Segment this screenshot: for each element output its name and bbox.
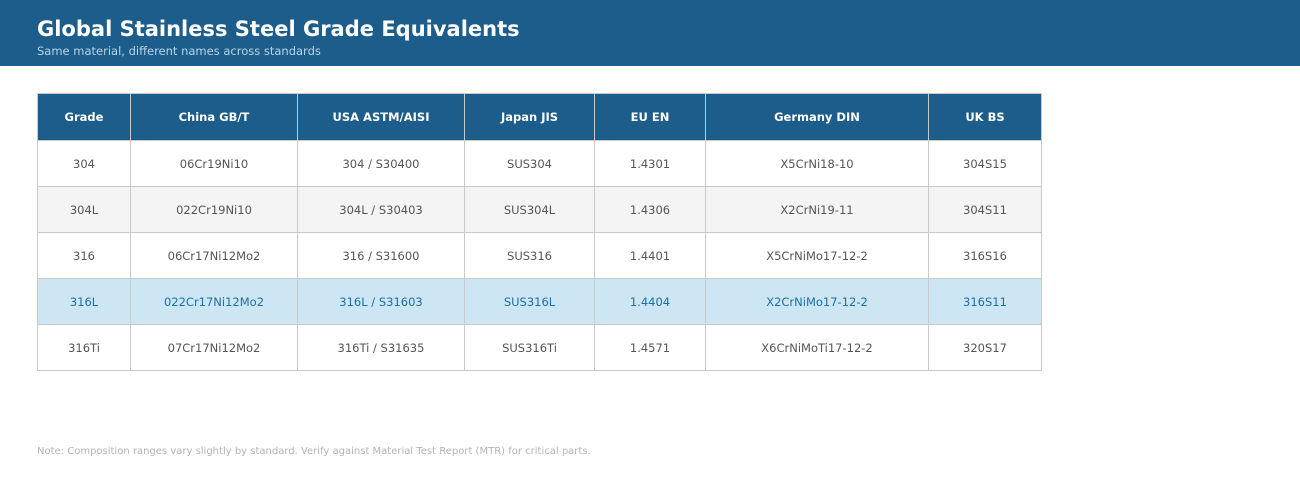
table-cell: X5CrNi18-10	[705, 140, 929, 187]
table-row-highlighted: 316L 022Cr17Ni12Mo2 316L / S31603 SUS316…	[37, 278, 1042, 325]
column-header: Grade	[37, 93, 131, 141]
footnote: Note: Composition ranges vary slightly b…	[37, 446, 591, 457]
table-cell: 1.4301	[594, 140, 706, 187]
table-cell: 316L / S31603	[297, 278, 465, 325]
table-cell: 316S11	[928, 278, 1042, 325]
table-cell: SUS304	[464, 140, 595, 187]
page-title: Global Stainless Steel Grade Equivalents	[37, 17, 520, 41]
table-cell: SUS316Ti	[464, 324, 595, 371]
table-cell: 304S11	[928, 186, 1042, 233]
page-header: Global Stainless Steel Grade Equivalents…	[0, 0, 1300, 66]
table-cell: X2CrNiMo17-12-2	[705, 278, 929, 325]
table-cell: 06Cr17Ni12Mo2	[130, 232, 298, 279]
table-cell: 022Cr19Ni10	[130, 186, 298, 233]
table-row: 316Ti 07Cr17Ni12Mo2 316Ti / S31635 SUS31…	[37, 324, 1042, 371]
table-cell: 316L	[37, 278, 131, 325]
table-header-row: Grade China GB/T USA ASTM/AISI Japan JIS…	[37, 93, 1042, 141]
table-cell: 07Cr17Ni12Mo2	[130, 324, 298, 371]
table-cell: 1.4571	[594, 324, 706, 371]
page-subtitle: Same material, different names across st…	[37, 44, 321, 58]
column-header: EU EN	[594, 93, 706, 141]
column-header: USA ASTM/AISI	[297, 93, 465, 141]
table-cell: SUS316L	[464, 278, 595, 325]
table-cell: 304 / S30400	[297, 140, 465, 187]
column-header: Japan JIS	[464, 93, 595, 141]
table-cell: 304	[37, 140, 131, 187]
table-cell: 304L	[37, 186, 131, 233]
grade-equivalents-table: Grade China GB/T USA ASTM/AISI Japan JIS…	[37, 93, 1042, 371]
table-row: 316 06Cr17Ni12Mo2 316 / S31600 SUS316 1.…	[37, 232, 1042, 279]
column-header: UK BS	[928, 93, 1042, 141]
table-cell: 316	[37, 232, 131, 279]
table-cell: 022Cr17Ni12Mo2	[130, 278, 298, 325]
table-cell: 06Cr19Ni10	[130, 140, 298, 187]
table-cell: 304S15	[928, 140, 1042, 187]
table-cell: 304L / S30403	[297, 186, 465, 233]
table-cell: X6CrNiMoTi17-12-2	[705, 324, 929, 371]
column-header: China GB/T	[130, 93, 298, 141]
column-header: Germany DIN	[705, 93, 929, 141]
table-cell: 316Ti	[37, 324, 131, 371]
table-cell: 316Ti / S31635	[297, 324, 465, 371]
table-cell: 316 / S31600	[297, 232, 465, 279]
table-cell: 1.4401	[594, 232, 706, 279]
table-cell: 316S16	[928, 232, 1042, 279]
table-cell: X5CrNiMo17-12-2	[705, 232, 929, 279]
table-cell: SUS304L	[464, 186, 595, 233]
table-row: 304 06Cr19Ni10 304 / S30400 SUS304 1.430…	[37, 140, 1042, 187]
table-cell: 1.4404	[594, 278, 706, 325]
table-row: 304L 022Cr19Ni10 304L / S30403 SUS304L 1…	[37, 186, 1042, 233]
table-cell: X2CrNi19-11	[705, 186, 929, 233]
table-cell: 1.4306	[594, 186, 706, 233]
table-cell: 320S17	[928, 324, 1042, 371]
table-cell: SUS316	[464, 232, 595, 279]
